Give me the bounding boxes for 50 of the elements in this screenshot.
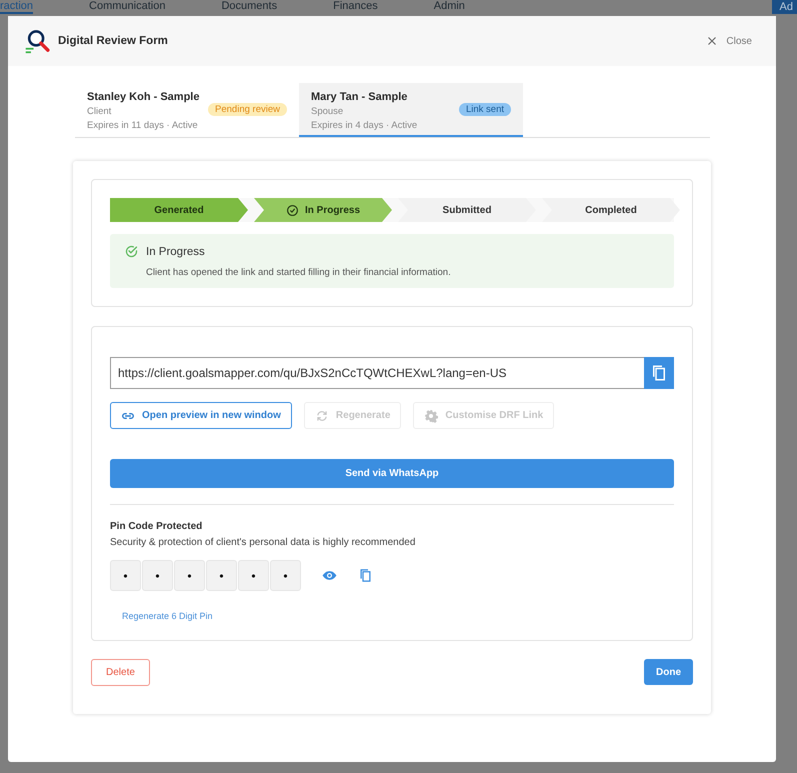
pin-digit-field[interactable]: • — [238, 560, 269, 591]
regenerate-pin-link[interactable]: Regenerate 6 Digit Pin — [122, 611, 213, 621]
progress-step: Generated — [110, 198, 248, 222]
nav-tab[interactable]: Communication — [89, 0, 166, 14]
person-role: Client — [87, 106, 112, 117]
pin-digit-field[interactable]: • — [174, 560, 205, 591]
status-title: In Progress — [146, 246, 206, 258]
check-circle-icon — [286, 204, 299, 216]
pin-digit-field[interactable]: • — [206, 560, 237, 591]
check-circle-icon — [124, 244, 139, 259]
person-role: Spouse — [311, 106, 344, 117]
refresh-icon — [314, 408, 329, 422]
person-tab[interactable]: Stanley Koh - Sample Client Expires in 11 days · Active Pending review — [75, 83, 299, 137]
close-icon — [706, 35, 718, 47]
status-badge: Link sent — [458, 103, 511, 116]
pin-digit-field[interactable]: • — [110, 560, 141, 591]
copy-icon — [650, 364, 668, 382]
progress-step: Submitted — [398, 198, 536, 222]
send-whatsapp-button[interactable]: Send via WhatsApp — [110, 459, 674, 488]
nav-tab[interactable]: Documents — [221, 0, 278, 14]
person-name: Stanley Koh - Sample — [87, 91, 200, 103]
show-pin-button[interactable] — [322, 568, 337, 583]
close-button[interactable]: Close — [706, 35, 752, 47]
eye-icon — [322, 568, 337, 583]
copy-icon — [358, 568, 373, 583]
magnifier-logo-icon — [24, 28, 50, 54]
person-tab[interactable]: Mary Tan - Sample Spouse Expires in 4 days · Active Link sent — [299, 83, 523, 137]
nav-tab[interactable]: raction — [0, 0, 34, 14]
action-button[interactable]: Open preview in new window — [110, 402, 292, 429]
status-message: Client has opened the link and started filling in their financial information. — [146, 267, 452, 278]
expiry-text: Expires in 4 days · Active — [311, 120, 418, 131]
expiry-text: Expires in 11 days · Active — [87, 120, 199, 131]
pin-title: Pin Code Protected — [110, 521, 204, 532]
nav-tab[interactable]: Finances — [333, 0, 378, 14]
progress-step: Completed — [542, 198, 680, 222]
link-field[interactable]: https://client.goalsmapper.com/qu/BJxS2nCcTQWtCHEXwL?lang=en-US — [110, 357, 644, 389]
nav-tab[interactable]: Admin — [434, 0, 465, 14]
dialog-title: Digital Review Form — [58, 35, 169, 47]
status-badge: Pending review — [208, 103, 287, 116]
person-name: Mary Tan - Sample — [311, 91, 408, 103]
delete-button[interactable]: Delete — [91, 659, 150, 686]
done-button[interactable]: Done — [644, 659, 693, 685]
pin-description: Security & protection of client's personal data is highly recommended — [110, 537, 416, 548]
pin-digit-field[interactable]: • — [142, 560, 173, 591]
progress-step: In Progress — [254, 198, 392, 222]
pin-digit-field[interactable]: • — [270, 560, 301, 591]
copy-button[interactable] — [644, 357, 674, 389]
add-button[interactable]: Ad — [772, 0, 797, 14]
copy-pin-button[interactable] — [358, 568, 373, 583]
gear-icon — [424, 408, 438, 422]
